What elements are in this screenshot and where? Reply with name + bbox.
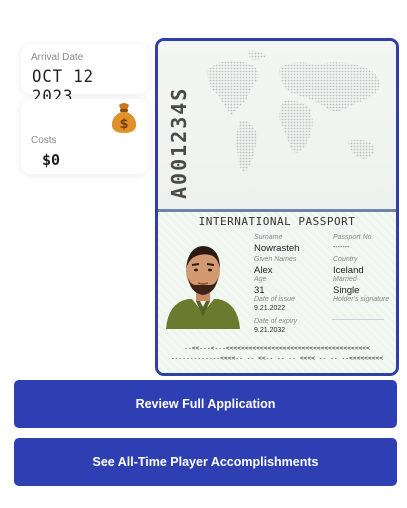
married-value: Single [333, 285, 360, 296]
see-accomplishments-button[interactable]: See All-Time Player Accomplishments [14, 438, 397, 486]
age-label: Age [254, 276, 267, 283]
mrz-line-1: --<<---<---<<<<<<<<<<<<<<<<<<<<<<<<<<<<<… [184, 345, 370, 352]
arrival-date-card: Arrival Date OCT 12 2023 [21, 44, 149, 107]
given-names-label: Given Names [254, 256, 297, 263]
avatar [166, 246, 240, 329]
costs-card: $ Costs $0 [21, 99, 149, 174]
country-value: Iceland [333, 265, 364, 276]
date-of-expiry-value: 9.21.2032 [254, 327, 286, 334]
age-value: 31 [254, 285, 265, 296]
world-map-icon [207, 50, 380, 172]
surname-label: Surname [254, 234, 283, 241]
arrival-date-label: Arrival Date [31, 52, 84, 63]
svg-text:$: $ [119, 117, 128, 132]
passport-card: A001234S INTERNATIONAL PASSPORT Surname … [155, 38, 399, 376]
signature-label: Holder's signature [333, 296, 390, 303]
passport-no-value: ------- [333, 244, 350, 251]
passport-no-label: Passport No. [333, 234, 374, 241]
svg-text:A001234S: A001234S [167, 87, 191, 199]
costs-value: $0 [42, 151, 61, 169]
passport-number-vertical: A001234S [167, 87, 191, 199]
married-label: Married [333, 276, 357, 283]
surname-value: Nowrasteh [254, 243, 300, 254]
passport-cover: A001234S [158, 41, 396, 209]
date-of-expiry-label: Date of expiry [254, 318, 298, 325]
date-of-issue-label: Date of issue [254, 296, 295, 303]
review-full-application-button[interactable]: Review Full Application [14, 380, 397, 428]
country-label: Country [333, 256, 358, 263]
given-names-value: Alex [254, 265, 273, 276]
costs-label: Costs [31, 135, 57, 146]
date-of-issue-value: 9.21.2022 [254, 305, 286, 312]
money-bag-icon: $ [111, 103, 137, 133]
signature-line [332, 319, 384, 320]
mrz-line-2: -------------<<<<-- -- <<-- -- -- <<<< -… [170, 355, 384, 362]
passport-title: INTERNATIONAL PASSPORT [198, 215, 356, 228]
